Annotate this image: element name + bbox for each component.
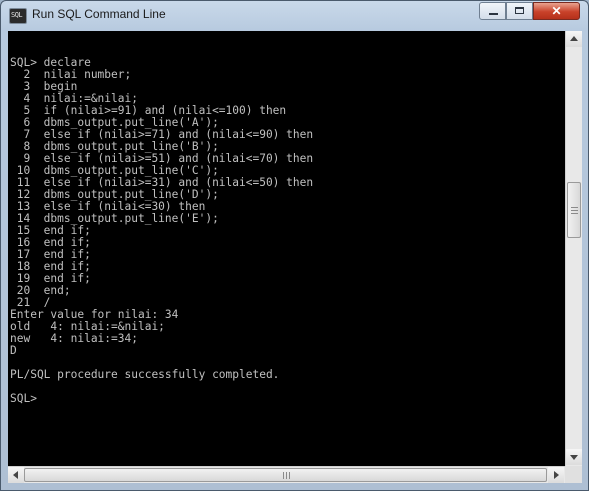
chevron-down-icon [570,455,578,460]
console-line: D [10,344,17,357]
thumb-grip-icon [286,472,287,479]
scroll-left-button[interactable] [8,467,24,483]
scroll-up-button[interactable] [566,31,582,47]
sql-command-line-window: SQL Run SQL Command Line ✕ SQL> declare … [0,0,589,491]
horizontal-scroll-thumb[interactable] [24,468,547,482]
chevron-up-icon [570,36,578,41]
close-button[interactable]: ✕ [533,2,580,20]
console-client-area: SQL> declare 2 nilai number; 3 begin 4 n… [8,31,582,483]
thumb-grip-icon [283,472,284,479]
app-icon-label: SQL [11,11,23,19]
maximize-button[interactable] [506,2,533,20]
thumb-grip-icon [289,472,290,479]
window-title: Run SQL Command Line [32,7,166,21]
vertical-scrollbar[interactable] [565,31,582,466]
console-line: PL/SQL procedure successfully completed. [10,368,280,381]
console-line: new 4: nilai:=34; [10,332,138,345]
minimize-icon [489,13,498,15]
vertical-scroll-thumb[interactable] [567,182,581,238]
close-icon: ✕ [551,4,562,18]
console-text: SQL> declare 2 nilai number; 3 begin 4 n… [10,57,313,405]
thumb-grip-icon [571,210,578,211]
chevron-left-icon [13,471,18,479]
title-bar[interactable]: SQL Run SQL Command Line ✕ [1,1,588,29]
resize-grip-icon[interactable] [565,466,582,483]
scroll-down-button[interactable] [566,449,582,465]
horizontal-scrollbar[interactable] [8,466,565,483]
thumb-grip-icon [571,213,578,214]
sql-console-icon[interactable]: SQL [9,8,27,24]
minimize-button[interactable] [479,2,506,20]
chevron-right-icon [554,471,559,479]
thumb-grip-icon [571,207,578,208]
console-output[interactable]: SQL> declare 2 nilai number; 3 begin 4 n… [8,31,565,466]
console-line: SQL> [10,392,37,405]
scroll-right-button[interactable] [548,467,564,483]
maximize-icon [515,7,524,14]
